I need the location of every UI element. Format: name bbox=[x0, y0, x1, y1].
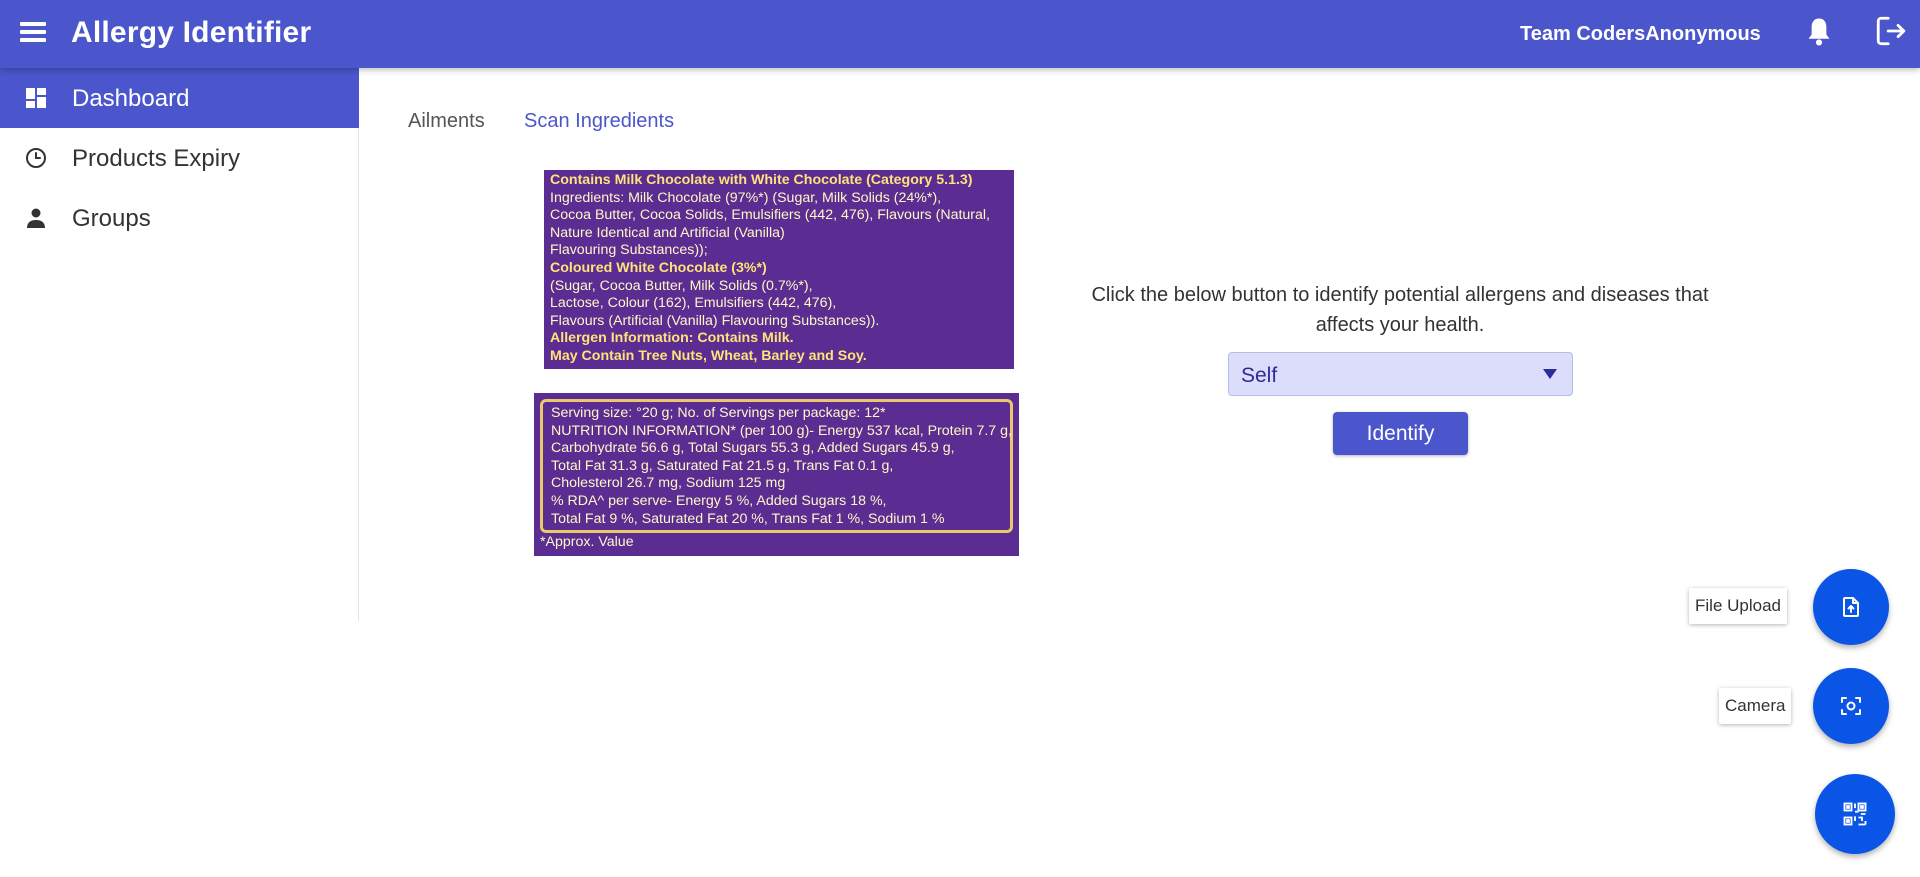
sidebar-item-label: Products Expiry bbox=[72, 145, 241, 172]
file-upload-button[interactable] bbox=[1813, 569, 1889, 645]
identify-button[interactable]: Identify bbox=[1333, 412, 1468, 455]
clock-icon bbox=[26, 148, 46, 168]
hamburger-menu-icon[interactable] bbox=[20, 22, 46, 46]
sidebar-item-products-expiry[interactable]: Products Expiry bbox=[0, 128, 359, 188]
nutrition-line: Total Fat 31.3 g, Saturated Fat 21.5 g, … bbox=[551, 457, 894, 474]
camera-scan-icon bbox=[1841, 697, 1861, 715]
ingredients-line: (Sugar, Cocoa Butter, Milk Solids (0.7%*… bbox=[550, 277, 813, 294]
person-icon bbox=[27, 208, 45, 228]
camera-tooltip: Camera bbox=[1719, 688, 1792, 724]
ingredients-line: Ingredients: Milk Chocolate (97%*) (Suga… bbox=[550, 189, 942, 206]
bell-icon[interactable] bbox=[1804, 16, 1834, 48]
nutrition-line: Total Fat 9 %, Saturated Fat 20 %, Trans… bbox=[551, 510, 945, 527]
ingredients-line: Cocoa Butter, Cocoa Solids, Emulsifiers … bbox=[550, 207, 990, 224]
nutrition-line: Cholesterol 26.7 mg, Sodium 125 mg bbox=[551, 475, 786, 492]
identify-prompt: Click the below button to identify poten… bbox=[1091, 284, 1709, 336]
nutrition-line: Serving size: °20 g; No. of Servings per… bbox=[551, 405, 886, 421]
scanned-ingredients-image: Contains Milk Chocolate with White Choco… bbox=[544, 170, 1014, 369]
dashboard-icon bbox=[26, 88, 46, 108]
app-bar: Allergy Identifier Team CodersAnonymous bbox=[0, 0, 1920, 68]
sidebar-item-groups[interactable]: Groups bbox=[0, 188, 359, 248]
ingredients-line: Allergen Information: Contains Milk. bbox=[550, 330, 794, 347]
scanned-nutrition-image: Serving size: °20 g; No. of Servings per… bbox=[534, 393, 1019, 556]
nutrition-line: % RDA^ per serve- Energy 5 %, Added Suga… bbox=[551, 492, 887, 509]
nutrition-line: NUTRITION INFORMATION* (per 100 g)- Ener… bbox=[551, 422, 1012, 439]
qr-code-icon bbox=[1843, 802, 1867, 826]
ingredients-line: Nature Identical and Artificial (Vanilla… bbox=[550, 224, 785, 241]
caret-down-icon bbox=[1543, 369, 1557, 379]
sidebar-item-label: Groups bbox=[72, 205, 151, 232]
sidebar-item-dashboard[interactable]: Dashboard bbox=[0, 68, 359, 128]
ingredients-line: May Contain Tree Nuts, Wheat, Barley and… bbox=[550, 347, 867, 364]
ingredients-line: Coloured White Chocolate (3%*) bbox=[550, 259, 767, 276]
team-name: Team CodersAnonymous bbox=[1520, 23, 1761, 45]
file-upload-icon bbox=[1843, 597, 1859, 617]
ingredients-line: Lactose, Colour (162), Emulsifiers (442,… bbox=[550, 295, 837, 312]
member-select[interactable]: Self bbox=[1228, 352, 1573, 396]
logout-icon[interactable] bbox=[1874, 14, 1908, 48]
camera-button[interactable] bbox=[1813, 668, 1889, 744]
file-upload-tooltip: File Upload bbox=[1689, 588, 1787, 624]
nutrition-box: Serving size: °20 g; No. of Servings per… bbox=[540, 399, 1013, 533]
approx-footnote: *Approx. Value bbox=[540, 534, 634, 550]
ingredients-line: Flavours (Artificial (Vanilla) Flavourin… bbox=[550, 312, 880, 329]
tab-ailments[interactable]: Ailments bbox=[408, 110, 485, 133]
ingredients-line: Contains Milk Chocolate with White Choco… bbox=[550, 172, 973, 188]
sidebar-item-label: Dashboard bbox=[72, 85, 190, 112]
app-title: Allergy Identifier bbox=[71, 16, 312, 49]
nutrition-line: Carbohydrate 56.6 g, Total Sugars 55.3 g… bbox=[551, 440, 955, 457]
tab-scan-ingredients[interactable]: Scan Ingredients bbox=[524, 110, 674, 133]
member-select-value: Self bbox=[1241, 364, 1278, 387]
ingredients-line: Flavouring Substances)); bbox=[550, 242, 708, 259]
sidebar: Dashboard Products Expiry Groups bbox=[0, 68, 359, 621]
scan-menu-button[interactable] bbox=[1815, 774, 1895, 854]
